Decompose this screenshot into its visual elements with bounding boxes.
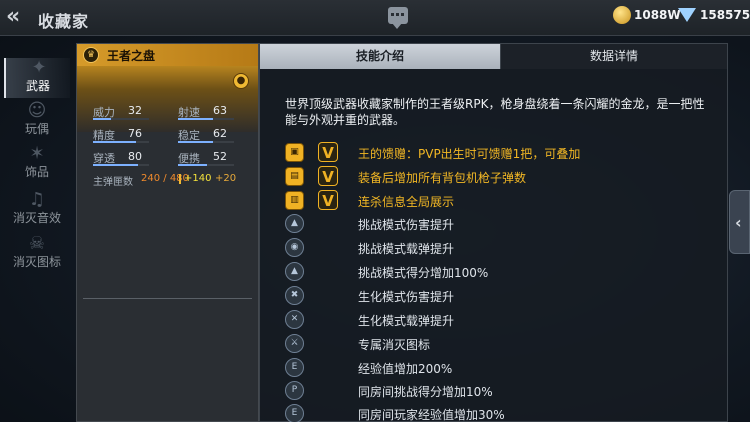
sidebar-item-doll[interactable]: ☺ 玩偶 [4,101,70,141]
exp-icon: E [285,358,304,377]
stat-bar [93,118,149,120]
sound-icon: ♫ [28,189,46,210]
feature-row: ⚔ 专属消灭图标 [285,334,705,354]
page-title: 收藏家 [38,12,90,31]
feature-row: P 同房间挑战得分增加10% [285,381,705,401]
sidebar-item-label: 消灭图标 [12,255,61,269]
feature-text: 挑战模式得分增加100% [358,266,489,280]
weapon-description: 世界顶级武器收藏家制作的王者级RPK，枪身盘绕着一条闪耀的金龙，是一把性能与外观… [285,97,705,127]
feature-text: 连杀信息全局展示 [358,195,455,209]
feature-row: ▤ V 装备后增加所有背包机枪子弹数 [285,166,705,187]
feature-text: 同房间玩家经验值增加30% [358,408,505,422]
stat-bar [178,118,234,120]
ammo-up-icon: ◉ [285,238,304,257]
sidebar-item-kill-emblem[interactable]: ☠ 消灭图标 [4,234,70,274]
diamond-icon [678,8,696,22]
doll-icon: ☺ [27,100,47,121]
stat-value: 32 [128,104,142,117]
feature-text: 同房间挑战得分增加10% [358,385,493,399]
weapon-panel: ♛ 王者之盘 ● 威力 32 射速 63 精度 76 稳定 62 穿透 80 便… [76,43,259,422]
chat-icon[interactable] [388,7,408,29]
ammo-value: 240 / 480 [141,173,189,184]
vip-badge-icon: V [318,142,338,162]
sidebar-item-kill-sound[interactable]: ♫ 消灭音效 [4,190,70,230]
vip-badge-icon: V [318,190,338,210]
feature-text: 挑战模式伤害提升 [358,218,455,232]
feature-text: 生化模式伤害提升 [358,290,455,304]
ammo-crate-icon: ▤ [285,167,304,186]
feature-text: 专属消灭图标 [358,338,431,352]
room-score-icon: P [285,381,304,400]
coin-icon [613,6,631,24]
ornament-icon: ✶ [29,143,45,164]
stat-value: 76 [128,127,142,140]
stat-value: 62 [213,127,227,140]
vip-badge-icon: V [318,166,338,186]
tab-data-details[interactable]: 数据详情 [500,44,727,69]
sidebar-item-label: 饰品 [24,165,49,179]
sidebar-item-label: 消灭音效 [12,211,61,225]
chevron-left-icon[interactable]: « [6,6,28,29]
feature-row: E 经验值增加200% [285,358,705,378]
stat-value: 80 [128,150,142,163]
stat-bar [178,164,234,166]
coin-balance: 1088W [634,8,681,22]
sidebar-item-weapon[interactable]: ✦ 武器 [4,58,70,98]
zombie-damage-icon: ✖ [285,286,304,305]
tag-badge-icon[interactable]: ● [233,73,249,89]
stat-bar [93,164,149,166]
feature-text: 王的馈赠：PVP出生时可馈赠1把，可叠加 [358,147,581,161]
top-bar: « 收藏家 1088W 158575 [0,0,750,36]
feature-row: E 同房间玩家经验值增加30% [285,404,705,422]
detail-panel: 技能介绍 数据详情 世界顶级武器收藏家制作的王者级RPK，枪身盘绕着一条闪耀的金… [259,43,728,422]
emblem-icon: ☠ [28,233,46,254]
feature-row: ▥ V 连杀信息全局展示 [285,190,705,211]
tab-skills[interactable]: 技能介绍 [260,44,500,69]
sidebar-item-label: 武器 [25,79,50,93]
stat-value: 63 [213,104,227,117]
feature-text: 生化模式载弹提升 [358,314,455,328]
weapon-header: ♛ 王者之盘 [77,44,258,66]
broadcast-icon: ▥ [285,191,304,210]
ammo-label: 主弹匣数 [93,177,133,188]
sidebar-item-label: 玩偶 [24,122,49,136]
diamond-balance: 158575 [700,8,750,22]
feature-row: ▲ 挑战模式得分增加100% [285,262,705,282]
divider [83,298,252,299]
collapse-panel-button[interactable]: ‹ [729,190,750,254]
zombie-ammo-icon: ✕ [285,310,304,329]
room-exp-icon: E [285,404,304,422]
feature-row: ▲ 挑战模式伤害提升 [285,214,705,234]
score-up-icon: ▲ [285,262,304,281]
feature-text: 装备后增加所有背包机枪子弹数 [358,171,527,185]
ammo-bonus: +140 [184,173,212,184]
damage-up-icon: ▲ [285,214,304,233]
ammo-bonus-marker [179,174,181,184]
weapon-name: 王者之盘 [107,49,156,63]
weapon-preview: ● [77,66,258,132]
feature-row: ◉ 挑战模式载弹提升 [285,238,705,258]
feature-row: ✕ 生化模式载弹提升 [285,310,705,330]
gun-icon: ✦ [31,57,47,78]
stat-bar [178,141,234,143]
feature-row: ▣ V 王的馈赠：PVP出生时可馈赠1把，可叠加 [285,142,705,163]
feature-text: 经验值增加200% [358,362,453,376]
king-emblem-icon: ♛ [83,47,99,63]
feature-text: 挑战模式载弹提升 [358,242,455,256]
ammo-bonus-secondary: +20 [215,173,237,184]
sidebar-item-ornament[interactable]: ✶ 饰品 [4,144,70,184]
kill-icon-icon: ⚔ [285,334,304,353]
chevron-left-icon: ‹ [735,213,742,232]
gift-icon: ▣ [285,143,304,162]
stat-bar [93,141,149,143]
stat-value: 52 [213,150,227,163]
feature-row: ✖ 生化模式伤害提升 [285,286,705,306]
